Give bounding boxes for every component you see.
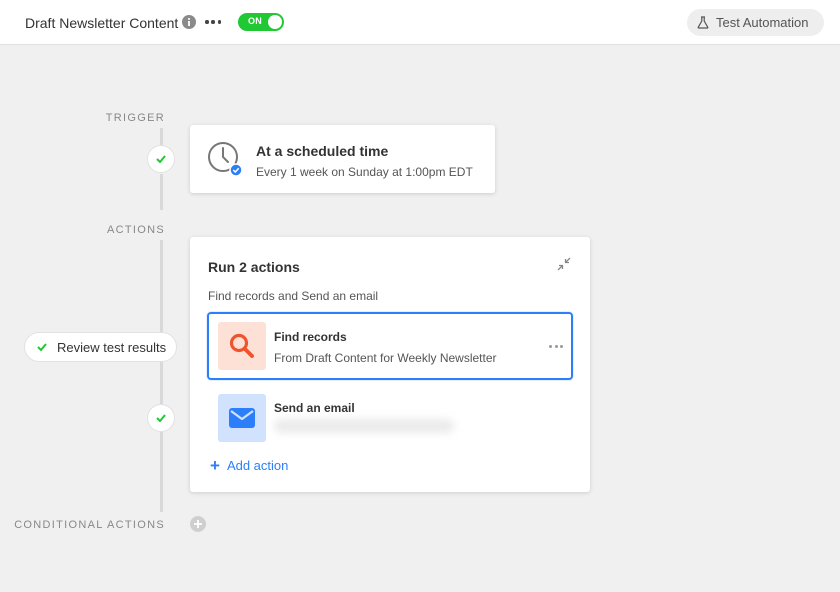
test-automation-label: Test Automation [716, 15, 809, 30]
check-icon [37, 343, 47, 351]
clock-icon [206, 141, 243, 177]
more-options-icon[interactable] [205, 15, 221, 29]
envelope-icon [229, 408, 255, 428]
add-action-label: Add action [226, 458, 289, 473]
find-records-title: Find records [274, 330, 347, 344]
toggle-label: ON [248, 16, 262, 26]
find-records-subtitle: From Draft Content for Weekly Newsletter [274, 351, 497, 365]
action-send-email[interactable]: Send an email [207, 391, 573, 459]
find-records-icon-box [218, 322, 266, 370]
action-find-records[interactable]: Find records From Draft Content for Week… [207, 312, 573, 380]
top-bar: Draft Newsletter Content ON Test Automat… [0, 0, 840, 45]
send-email-title: Send an email [274, 401, 355, 415]
timeline-line-actions-end [160, 432, 163, 512]
trigger-card[interactable]: At a scheduled time Every 1 week on Sund… [190, 125, 495, 193]
actions-section-label: ACTIONS [107, 224, 165, 236]
send-email-redacted-detail [274, 419, 454, 433]
automation-on-toggle[interactable]: ON [238, 13, 284, 31]
trigger-title: At a scheduled time [256, 143, 389, 159]
info-icon[interactable] [182, 15, 196, 29]
test-automation-button[interactable]: Test Automation [687, 9, 824, 36]
actions-group-title: Run 2 actions [208, 259, 300, 275]
review-test-results-label: Review test results [57, 339, 167, 355]
toggle-knob [268, 15, 282, 29]
check-icon [156, 155, 166, 163]
review-test-results-button[interactable]: Review test results [24, 332, 177, 362]
send-email-icon-box [218, 394, 266, 442]
actions-group-subtitle: Find records and Send an email [208, 289, 379, 303]
conditional-actions-label: CONDITIONAL ACTIONS [14, 519, 165, 531]
collapse-icon[interactable] [556, 256, 572, 272]
timeline-line-trigger [160, 128, 163, 146]
trigger-status-check [147, 145, 175, 173]
flask-icon [697, 16, 709, 29]
timeline-line-actions-mid [160, 362, 163, 404]
email-action-status-check [147, 404, 175, 432]
more-options-icon[interactable] [549, 345, 563, 349]
trigger-schedule: Every 1 week on Sunday at 1:00pm EDT [256, 165, 473, 179]
plus-icon [194, 520, 202, 528]
timeline-line-actions [160, 240, 163, 332]
timeline-line-trigger-end [160, 174, 163, 210]
automation-title[interactable]: Draft Newsletter Content [25, 15, 178, 31]
actions-card: Run 2 actions Find records and Send an e… [190, 237, 590, 492]
check-icon [156, 414, 166, 422]
trigger-section-label: TRIGGER [105, 112, 165, 124]
add-conditional-action-button[interactable] [190, 516, 206, 532]
add-action-button[interactable]: + Add action [210, 457, 288, 474]
search-icon [229, 333, 254, 358]
plus-icon: + [210, 456, 220, 475]
